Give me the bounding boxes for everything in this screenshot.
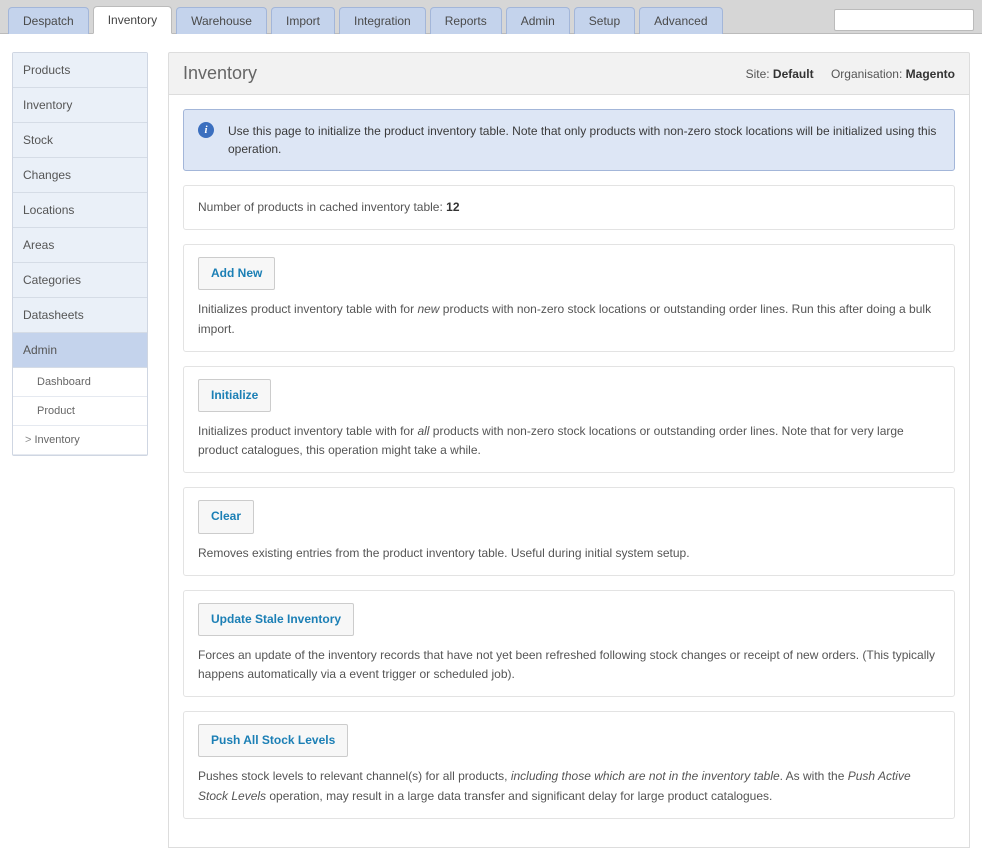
sidebar-item-inventory[interactable]: Inventory — [13, 88, 147, 123]
main-content: Inventory Site: Default Organisation: Ma… — [168, 52, 970, 848]
sidebar-item-locations[interactable]: Locations — [13, 193, 147, 228]
clear-button[interactable]: Clear — [198, 500, 254, 533]
sidebar-subitem-inventory[interactable]: Inventory — [13, 426, 147, 455]
sidebar-item-areas[interactable]: Areas — [13, 228, 147, 263]
count-label: Number of products in cached inventory t… — [198, 200, 446, 214]
count-value: 12 — [446, 200, 459, 214]
tab-admin[interactable]: Admin — [506, 7, 570, 34]
info-icon: i — [198, 122, 214, 138]
panel-description: Initializes product inventory table with… — [198, 422, 940, 460]
sidebar: ProductsInventoryStockChangesLocationsAr… — [12, 52, 148, 456]
sidebar-item-categories[interactable]: Categories — [13, 263, 147, 298]
info-text: Use this page to initialize the product … — [228, 124, 936, 156]
count-panel: Number of products in cached inventory t… — [183, 185, 955, 230]
action-panel-3: Update Stale Inventory Forces an update o… — [183, 590, 955, 698]
search-input[interactable] — [839, 13, 982, 27]
action-panel-1: Initialize Initializes product inventory … — [183, 366, 955, 474]
sidebar-item-admin[interactable]: Admin — [13, 333, 147, 368]
site-label: Site: — [746, 67, 770, 81]
panel-description: Removes existing entries from the produc… — [198, 544, 940, 563]
tab-warehouse[interactable]: Warehouse — [176, 7, 267, 34]
page-meta: Site: Default Organisation: Magento — [746, 67, 955, 81]
tab-inventory[interactable]: Inventory — [93, 6, 172, 34]
sidebar-item-stock[interactable]: Stock — [13, 123, 147, 158]
tab-integration[interactable]: Integration — [339, 7, 426, 34]
top-tab-bar: DespatchInventoryWarehouseImportIntegrat… — [0, 0, 982, 34]
action-panel-0: Add New Initializes product inventory tab… — [183, 244, 955, 352]
update-stale-inventory-button[interactable]: Update Stale Inventory — [198, 603, 354, 636]
action-panel-2: Clear Removes existing entries from the p… — [183, 487, 955, 575]
content-area: i Use this page to initialize the produc… — [168, 95, 970, 848]
tab-reports[interactable]: Reports — [430, 7, 502, 34]
search-box[interactable] — [834, 9, 974, 31]
sidebar-item-changes[interactable]: Changes — [13, 158, 147, 193]
page-title: Inventory — [183, 63, 257, 84]
org-label: Organisation: — [831, 67, 902, 81]
sidebar-item-datasheets[interactable]: Datasheets — [13, 298, 147, 333]
panel-description: Forces an update of the inventory record… — [198, 646, 940, 684]
org-value: Magento — [906, 67, 955, 81]
info-banner: i Use this page to initialize the produc… — [183, 109, 955, 171]
panel-description: Pushes stock levels to relevant channel(… — [198, 767, 940, 805]
sidebar-subitem-dashboard[interactable]: Dashboard — [13, 368, 147, 397]
action-panel-4: Push All Stock Levels Pushes stock levels… — [183, 711, 955, 819]
page-header: Inventory Site: Default Organisation: Ma… — [168, 52, 970, 95]
tab-advanced[interactable]: Advanced — [639, 7, 722, 34]
sidebar-subitem-product[interactable]: Product — [13, 397, 147, 426]
add-new-button[interactable]: Add New — [198, 257, 275, 290]
site-value: Default — [773, 67, 814, 81]
push-all-stock-levels-button[interactable]: Push All Stock Levels — [198, 724, 348, 757]
tab-setup[interactable]: Setup — [574, 7, 635, 34]
panel-description: Initializes product inventory table with… — [198, 300, 940, 338]
initialize-button[interactable]: Initialize — [198, 379, 271, 412]
tab-despatch[interactable]: Despatch — [8, 7, 89, 34]
tab-import[interactable]: Import — [271, 7, 335, 34]
sidebar-item-products[interactable]: Products — [13, 53, 147, 88]
